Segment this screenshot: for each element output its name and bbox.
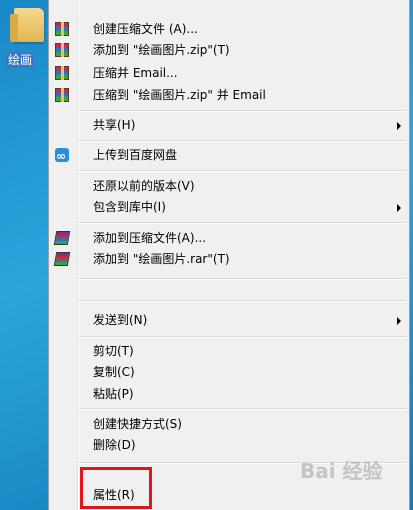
menu-item-share[interactable]: 共享(H) — [49, 114, 409, 136]
menu-item-include-library[interactable]: 包含到库中(I) — [49, 196, 409, 218]
menu-separator — [79, 110, 407, 111]
menu-item-label: 删除(D) — [93, 438, 136, 452]
menu-item-label: 剪切(T) — [93, 344, 134, 358]
context-menu: 创建压缩文件 (A)... 添加到 "绘画图片.zip"(T) 压缩并 Emai… — [48, 0, 410, 510]
menu-item-label: 压缩并 Email... — [93, 66, 178, 80]
highlight-box — [80, 467, 152, 509]
menu-item-add-to-zip[interactable]: 添加到 "绘画图片.zip"(T) — [49, 39, 409, 61]
menu-item-label: 创建快捷方式(S) — [93, 417, 182, 431]
menu-item-label: 添加到 "绘画图片.rar"(T) — [93, 252, 230, 266]
menu-item-label: 复制(C) — [93, 365, 135, 379]
menu-item-label: 发送到(N) — [93, 313, 148, 327]
menu-item-send-to[interactable]: 发送到(N) — [49, 309, 409, 331]
submenu-arrow-icon — [397, 122, 401, 130]
menu-item-label: 压缩到 "绘画图片.zip" 并 Email — [93, 88, 266, 102]
menu-item-label: 共享(H) — [93, 118, 136, 132]
menu-item-label: 还原以前的版本(V) — [93, 179, 195, 193]
menu-item-create-archive[interactable]: 创建压缩文件 (A)... — [49, 18, 409, 40]
menu-item-label: 创建压缩文件 (A)... — [93, 22, 198, 36]
submenu-arrow-icon — [397, 317, 401, 325]
menu-item-paste[interactable]: 粘贴(P) — [49, 383, 409, 405]
submenu-arrow-icon — [397, 204, 401, 212]
menu-separator — [79, 408, 407, 409]
menu-item-label: 添加到压缩文件(A)... — [93, 231, 207, 245]
rar-books-icon — [53, 231, 71, 245]
winrar-icon — [55, 88, 69, 102]
winrar-icon — [55, 66, 69, 80]
rar-books-icon — [53, 252, 71, 266]
menu-separator — [79, 336, 407, 337]
winrar-icon — [55, 43, 69, 57]
folder-icon — [10, 8, 44, 42]
menu-item-add-to-archive[interactable]: 添加到压缩文件(A)... — [49, 227, 409, 249]
menu-item-label: 上传到百度网盘 — [93, 148, 178, 162]
menu-separator — [79, 300, 407, 301]
menu-separator — [79, 140, 407, 141]
menu-item-delete[interactable]: 删除(D) — [49, 434, 409, 456]
desktop-folder[interactable]: 绘画 — [0, 0, 48, 80]
watermark: Bai 经验 — [300, 459, 383, 483]
desktop-folder-label: 绘画 — [6, 52, 35, 68]
menu-item-copy[interactable]: 复制(C) — [49, 361, 409, 383]
baidu-cloud-icon — [55, 145, 69, 167]
menu-item-restore-versions[interactable]: 还原以前的版本(V) — [49, 175, 409, 197]
menu-item-label: 包含到库中(I) — [93, 200, 166, 214]
menu-separator — [79, 222, 407, 223]
winrar-icon — [55, 22, 69, 36]
menu-item-cut[interactable]: 剪切(T) — [49, 340, 409, 362]
menu-separator — [79, 278, 407, 279]
menu-separator — [79, 170, 407, 171]
menu-item-compress-email[interactable]: 压缩并 Email... — [49, 62, 409, 84]
menu-item-label: 粘贴(P) — [93, 387, 134, 401]
menu-item-label: 添加到 "绘画图片.zip"(T) — [93, 43, 230, 57]
menu-item-create-shortcut[interactable]: 创建快捷方式(S) — [49, 413, 409, 435]
menu-item-compress-to-zip-email[interactable]: 压缩到 "绘画图片.zip" 并 Email — [49, 84, 409, 106]
menu-item-upload-baidu[interactable]: 上传到百度网盘 — [49, 144, 409, 167]
menu-item-add-to-rar[interactable]: 添加到 "绘画图片.rar"(T) — [49, 248, 409, 270]
